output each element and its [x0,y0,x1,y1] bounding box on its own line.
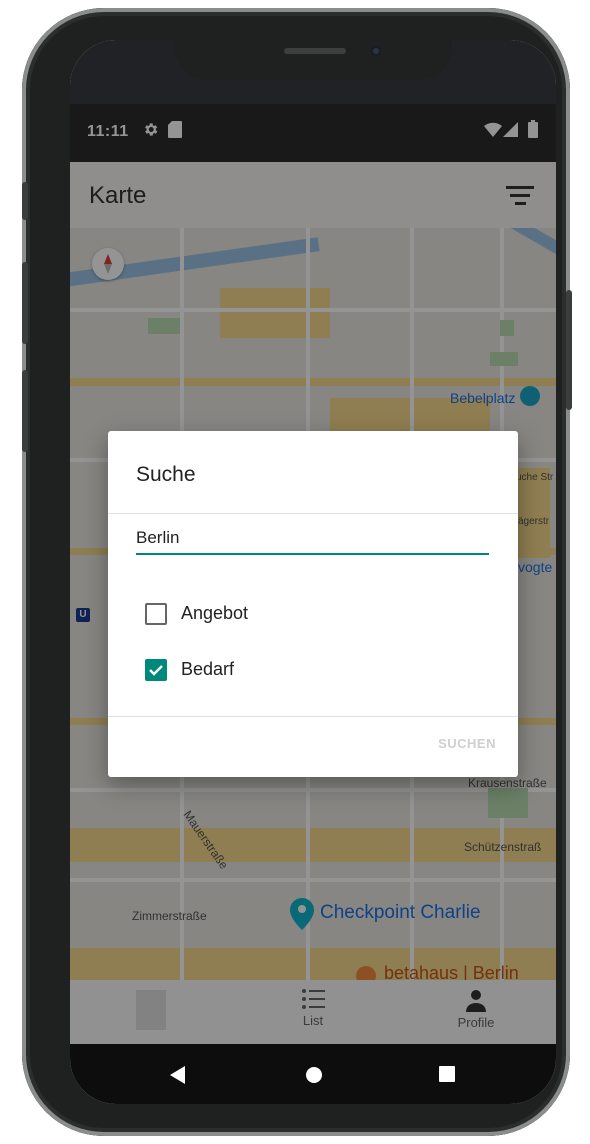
option-label: Angebot [181,603,249,623]
divider [108,716,518,717]
volume-up-button [22,262,28,344]
checkbox-bedarf[interactable] [145,659,167,681]
notch [174,40,452,80]
power-button [566,290,572,410]
search-button[interactable]: SUCHEN [438,736,496,751]
volume-down-button [22,370,28,452]
speaker [284,48,346,54]
divider [108,513,518,514]
phone-screen: 11:11 Karte Bebelplatz uche Str ägerstr … [70,40,556,1104]
back-icon[interactable] [170,1066,186,1084]
search-input[interactable] [136,523,489,555]
dialog-title: Suche [136,463,196,486]
system-navigation-bar [70,1044,556,1104]
recents-icon[interactable] [439,1066,455,1082]
front-camera [370,45,382,57]
silent-switch [22,182,28,220]
checkmark-icon [149,665,163,676]
search-dialog: Suche Angebot Bedarf SUCHEN [108,431,518,777]
checkbox-angebot[interactable] [145,603,167,625]
option-label: Bedarf [181,659,235,679]
home-icon[interactable] [305,1066,323,1084]
